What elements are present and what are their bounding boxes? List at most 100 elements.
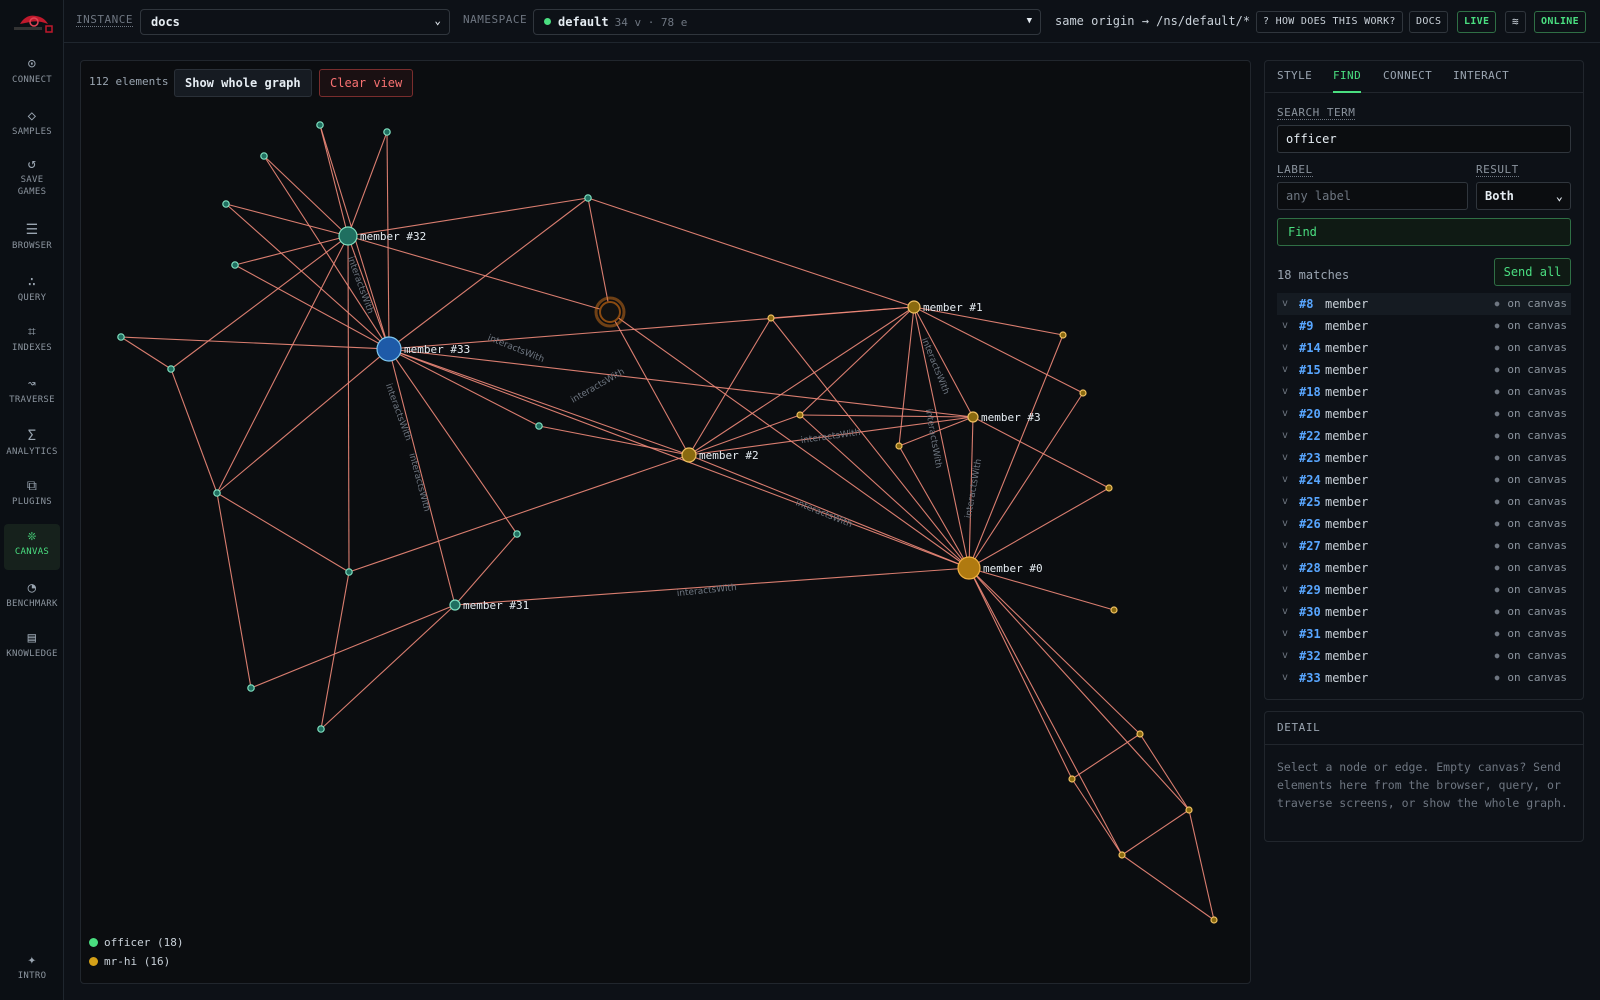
graph-node[interactable] bbox=[895, 442, 903, 450]
result-select[interactable]: Both ⌄ bbox=[1476, 182, 1571, 210]
graph-node[interactable] bbox=[1105, 484, 1113, 492]
expand-chevron-icon[interactable]: v bbox=[1282, 403, 1288, 425]
result-row[interactable]: v #24 member on canvas bbox=[1277, 469, 1571, 491]
result-row[interactable]: v #33 member on canvas bbox=[1277, 667, 1571, 689]
find-button[interactable]: Find bbox=[1277, 218, 1571, 246]
graph-node[interactable] bbox=[316, 121, 324, 129]
graph-edge[interactable] bbox=[388, 348, 540, 427]
send-all-button[interactable]: Send all bbox=[1494, 258, 1571, 286]
result-id[interactable]: #31 bbox=[1299, 623, 1321, 645]
graph-edge[interactable] bbox=[1071, 778, 1123, 856]
graph-node[interactable] bbox=[213, 489, 221, 497]
result-row[interactable]: v #28 member on canvas bbox=[1277, 557, 1571, 579]
result-id[interactable]: #28 bbox=[1299, 557, 1321, 579]
result-id[interactable]: #14 bbox=[1299, 337, 1321, 359]
graph-edge[interactable] bbox=[1121, 854, 1215, 921]
result-row[interactable]: v #18 member on canvas bbox=[1277, 381, 1571, 403]
help-link[interactable]: ? HOW DOES THIS WORK? bbox=[1256, 11, 1403, 33]
result-id[interactable]: #26 bbox=[1299, 513, 1321, 535]
result-id[interactable]: #33 bbox=[1299, 667, 1321, 689]
graph-edge[interactable] bbox=[320, 604, 456, 730]
graph-edge[interactable] bbox=[968, 567, 1073, 780]
graph-node[interactable] bbox=[1210, 916, 1218, 924]
result-row[interactable]: v #15 member on canvas bbox=[1277, 359, 1571, 381]
graph-node[interactable] bbox=[767, 314, 775, 322]
graph-edge[interactable] bbox=[388, 348, 518, 535]
expand-chevron-icon[interactable]: v bbox=[1282, 623, 1288, 645]
graph-node-member[interactable] bbox=[957, 556, 981, 580]
graph-node-member[interactable] bbox=[449, 599, 461, 611]
result-id[interactable]: #32 bbox=[1299, 645, 1321, 667]
graph-edge[interactable] bbox=[1139, 733, 1190, 811]
tab-connect[interactable]: CONNECT bbox=[1383, 69, 1432, 82]
result-row[interactable]: v #25 member on canvas bbox=[1277, 491, 1571, 513]
graph-canvas[interactable]: interactsWith interactsWith interactsWith i… bbox=[80, 60, 1251, 984]
expand-chevron-icon[interactable]: v bbox=[1282, 557, 1288, 579]
expand-chevron-icon[interactable]: v bbox=[1282, 579, 1288, 601]
sidebar-item-benchmark[interactable]: ◔ BENCHMARK bbox=[4, 576, 60, 622]
sidebar-item-indexes[interactable]: ⌗ INDEXES bbox=[4, 320, 60, 366]
graph-edge[interactable] bbox=[347, 235, 611, 313]
expand-chevron-icon[interactable]: v bbox=[1282, 359, 1288, 381]
waves-icon[interactable]: ≋ bbox=[1505, 11, 1526, 33]
sidebar-item-traverse[interactable]: ↝ TRAVERSE bbox=[4, 372, 60, 418]
sidebar-item-intro[interactable]: ✦ INTRO bbox=[4, 948, 60, 994]
result-row[interactable]: v #20 member on canvas bbox=[1277, 403, 1571, 425]
graph-node[interactable] bbox=[1059, 331, 1067, 339]
result-id[interactable]: #15 bbox=[1299, 359, 1321, 381]
expand-chevron-icon[interactable]: v bbox=[1282, 337, 1288, 359]
result-id[interactable]: #29 bbox=[1299, 579, 1321, 601]
graph-node-member[interactable] bbox=[967, 411, 979, 423]
result-id[interactable]: #8 bbox=[1299, 293, 1313, 315]
graph-node[interactable] bbox=[796, 411, 804, 419]
expand-chevron-icon[interactable]: v bbox=[1282, 535, 1288, 557]
graph-edge[interactable] bbox=[968, 334, 1064, 569]
expand-chevron-icon[interactable]: v bbox=[1282, 513, 1288, 535]
graph-edge[interactable] bbox=[968, 487, 1110, 569]
graph-edge[interactable] bbox=[216, 348, 390, 494]
graph-node[interactable] bbox=[513, 530, 521, 538]
graph-edge[interactable] bbox=[587, 197, 611, 313]
result-row[interactable]: v #27 member on canvas bbox=[1277, 535, 1571, 557]
graph-node[interactable] bbox=[117, 333, 125, 341]
graph-node[interactable] bbox=[317, 725, 325, 733]
tab-find[interactable]: FIND bbox=[1333, 69, 1362, 93]
graph-node[interactable] bbox=[1136, 730, 1144, 738]
graph-edge[interactable] bbox=[799, 306, 915, 416]
graph-node[interactable] bbox=[231, 261, 239, 269]
graph-edge[interactable] bbox=[587, 197, 915, 308]
graph-node[interactable] bbox=[584, 194, 592, 202]
graph-edge[interactable] bbox=[388, 197, 589, 350]
graph-edge[interactable] bbox=[216, 492, 350, 573]
graph-node[interactable] bbox=[1079, 389, 1087, 397]
graph-edge[interactable] bbox=[454, 533, 518, 606]
show-whole-graph-button[interactable]: Show whole graph bbox=[174, 69, 312, 97]
graph-edge[interactable] bbox=[347, 131, 388, 237]
graph-edge[interactable] bbox=[263, 155, 349, 237]
graph-node[interactable] bbox=[1118, 851, 1126, 859]
graph-edge[interactable] bbox=[770, 306, 915, 319]
graph-edge[interactable] bbox=[913, 306, 974, 418]
result-row[interactable]: v #22 member on canvas bbox=[1277, 425, 1571, 447]
graph-edge[interactable] bbox=[1071, 733, 1141, 780]
graph-node-member[interactable] bbox=[907, 300, 921, 314]
search-input[interactable] bbox=[1277, 125, 1571, 153]
result-row[interactable]: v #9 member on canvas bbox=[1277, 315, 1571, 337]
graph-edge[interactable] bbox=[170, 235, 349, 370]
result-row[interactable]: v #32 member on canvas bbox=[1277, 645, 1571, 667]
result-id[interactable]: #22 bbox=[1299, 425, 1321, 447]
expand-chevron-icon[interactable]: v bbox=[1282, 469, 1288, 491]
graph-edge[interactable] bbox=[1188, 809, 1215, 921]
result-id[interactable]: #25 bbox=[1299, 491, 1321, 513]
graph-edge[interactable] bbox=[972, 416, 1110, 489]
graph-edge[interactable] bbox=[320, 571, 350, 730]
result-id[interactable]: #27 bbox=[1299, 535, 1321, 557]
expand-chevron-icon[interactable]: v bbox=[1282, 447, 1288, 469]
graph-edge[interactable] bbox=[120, 336, 172, 370]
sidebar-item-samples[interactable]: ◇ SAMPLES bbox=[4, 104, 60, 150]
graph-edge[interactable] bbox=[688, 317, 772, 456]
sidebar-item-browser[interactable]: ☰ BROWSER bbox=[4, 218, 60, 264]
graph-node[interactable] bbox=[1110, 606, 1118, 614]
graph-node-member[interactable] bbox=[681, 447, 697, 463]
graph-node[interactable] bbox=[167, 365, 175, 373]
